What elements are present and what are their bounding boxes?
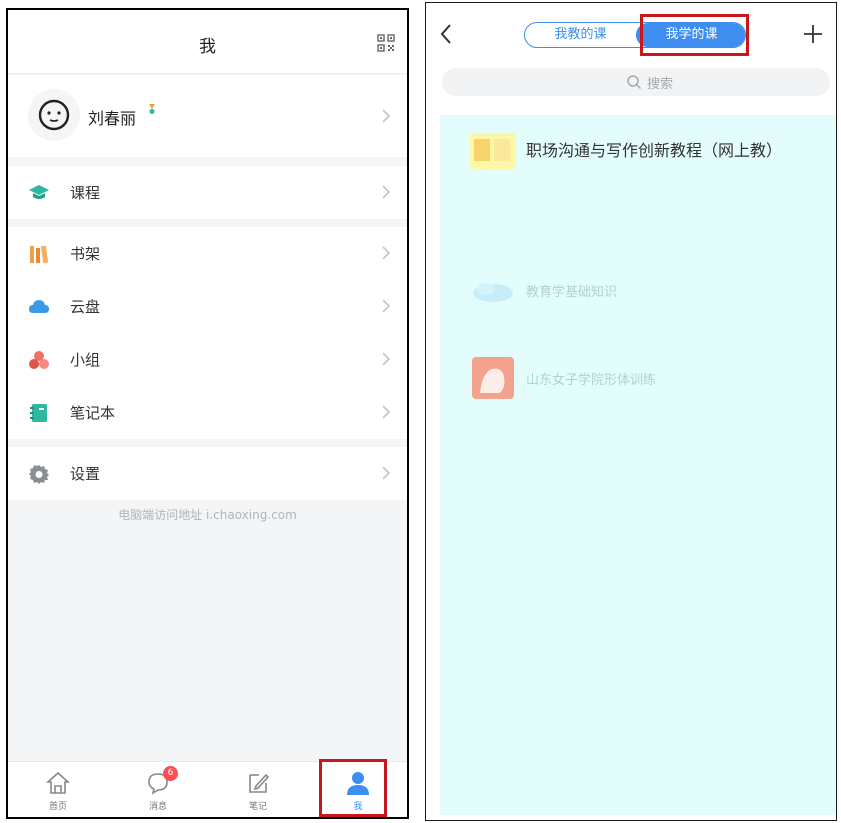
qr-code-icon[interactable] <box>377 34 395 52</box>
bottom-tab-bar: 首页 6 消息 笔记 我 <box>8 759 407 817</box>
menu-label: 小组 <box>70 351 101 369</box>
tab-teaching-courses[interactable]: 我教的课 <box>525 23 636 47</box>
menu-item-settings[interactable]: 设置 <box>8 447 407 500</box>
top-bar: 我教的课 我学的课 <box>426 3 836 58</box>
list-item[interactable]: 教育学基础知识 <box>440 263 836 323</box>
tab-label: 笔记 <box>248 802 267 812</box>
search-placeholder: 搜索 <box>647 77 674 92</box>
home-icon <box>45 771 71 794</box>
settings-section: 设置 <box>8 447 407 500</box>
course-cover-image <box>472 357 514 399</box>
menu-label: 笔记本 <box>70 404 116 422</box>
web-access-note: 电脑端访问地址 i.chaoxing.com <box>118 508 297 522</box>
user-badge-icon <box>149 104 155 114</box>
user-name: 刘春丽 <box>88 109 137 128</box>
chevron-right-icon <box>382 466 391 480</box>
tab-notes[interactable]: 笔记 <box>208 762 308 817</box>
tab-label: 消息 <box>148 802 167 812</box>
menu-label: 课程 <box>70 184 101 202</box>
search-input[interactable]: 搜索 <box>442 68 830 96</box>
edit-note-icon <box>249 773 270 793</box>
search-icon <box>627 75 642 90</box>
unread-count-badge: 6 <box>163 766 178 781</box>
plus-icon[interactable] <box>802 23 824 45</box>
course-list: 职场沟通与写作创新教程（网上教） 教育学基础知识 山东女子学院形体训练 <box>440 115 836 815</box>
chevron-right-icon <box>382 185 391 199</box>
menu-item-cloud-drive[interactable]: 云盘 <box>8 280 407 333</box>
menu-item-notebook[interactable]: 笔记本 <box>8 386 407 439</box>
bookshelf-icon <box>30 245 49 264</box>
menu-label: 设置 <box>70 465 101 483</box>
chevron-right-icon <box>382 405 391 419</box>
profile-row[interactable]: 刘春丽 <box>8 75 407 157</box>
list-item[interactable]: 山东女子学院形体训练 <box>440 351 836 411</box>
smiley-face-icon <box>38 99 70 131</box>
menu-item-bookshelf[interactable]: 书架 <box>8 227 407 280</box>
course-cover-image <box>470 133 516 169</box>
highlight-box <box>319 759 387 817</box>
menu-item-groups[interactable]: 小组 <box>8 333 407 386</box>
chevron-right-icon <box>382 109 391 123</box>
course-section: 课程 <box>8 166 407 219</box>
chevron-right-icon <box>382 246 391 260</box>
group-icon <box>29 351 49 369</box>
left-phone-screen: 我 刘春丽 课程 书架 云盘 小组 笔记本 设置 电脑端访问地址 i.chaox… <box>6 8 409 819</box>
chevron-right-icon <box>382 299 391 313</box>
tools-section: 书架 云盘 小组 笔记本 <box>8 227 407 439</box>
graduation-cap-icon <box>29 185 49 199</box>
menu-label: 云盘 <box>70 298 101 316</box>
course-title: 教育学基础知识 <box>526 285 618 300</box>
course-cover-image <box>473 283 513 302</box>
highlight-box <box>640 14 749 56</box>
menu-item-courses[interactable]: 课程 <box>8 166 407 219</box>
page-title: 我 <box>199 37 216 57</box>
menu-label: 书架 <box>70 245 101 263</box>
right-phone-screen: 我教的课 我学的课 搜索 职场沟通与写作创新教程（网上教） 教育学基础知识 山东… <box>425 2 837 821</box>
notebook-icon <box>30 404 47 422</box>
top-bar: 我 <box>8 10 407 74</box>
tab-home[interactable]: 首页 <box>8 762 108 817</box>
list-item[interactable]: 职场沟通与写作创新教程（网上教） <box>440 121 836 181</box>
tab-messages[interactable]: 6 消息 <box>108 762 208 817</box>
course-title: 山东女子学院形体训练 <box>526 373 657 388</box>
gear-icon <box>29 465 49 484</box>
chevron-right-icon <box>382 352 391 366</box>
avatar <box>28 89 80 141</box>
course-title: 职场沟通与写作创新教程（网上教） <box>526 141 783 160</box>
back-arrow-icon[interactable] <box>439 23 453 45</box>
cloud-icon <box>29 300 49 313</box>
tab-label: 首页 <box>48 802 67 812</box>
